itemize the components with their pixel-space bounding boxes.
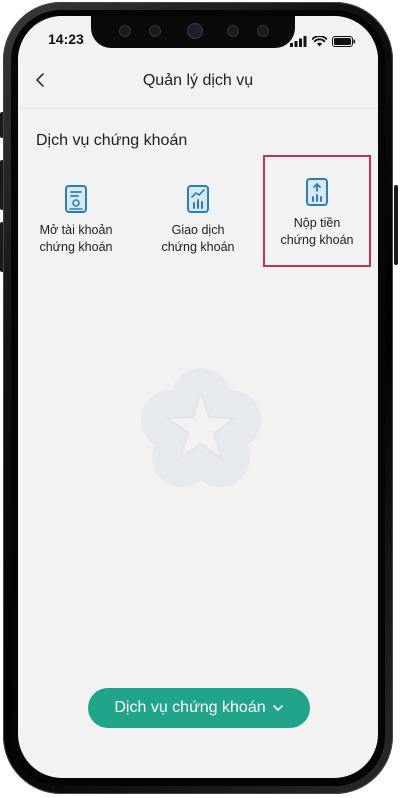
service-label-line: Nộp tiền xyxy=(293,216,341,230)
service-label: Mở tài khoản chứng khoán xyxy=(21,222,131,256)
section-title: Dịch vụ chứng khoán xyxy=(36,132,188,149)
status-time: 14:23 xyxy=(48,31,84,47)
service-trading[interactable]: Giao dịch chứng khoán xyxy=(143,164,253,276)
chevron-down-icon xyxy=(272,699,284,717)
battery-icon xyxy=(332,32,356,51)
status-icons xyxy=(290,32,356,51)
deposit-icon xyxy=(304,177,330,207)
watermark-logo xyxy=(133,362,269,498)
service-label-line: chứng khoán xyxy=(280,233,354,247)
notch-sensor xyxy=(257,25,269,37)
service-open-account[interactable]: Mở tài khoản chứng khoán xyxy=(21,164,131,276)
wifi-icon xyxy=(311,32,328,51)
nav-header: Quản lý dịch vụ xyxy=(18,60,378,109)
service-deposit[interactable]: Nộp tiền chứng khoán xyxy=(263,155,371,267)
trading-chart-icon xyxy=(185,184,211,214)
power-button xyxy=(394,185,398,265)
notch-sensor xyxy=(149,25,161,37)
page-title: Quản lý dịch vụ xyxy=(142,72,254,89)
service-label-line: Mở tài khoản xyxy=(39,223,113,237)
service-label-line: chứng khoán xyxy=(161,240,235,254)
camera-notch xyxy=(91,16,295,48)
notch-sensor xyxy=(119,25,131,37)
front-camera xyxy=(187,23,203,39)
app-screen: 14:23 Quản lý dịch vụ Dịch vụ chứng khoá… xyxy=(18,16,378,778)
service-selector-button[interactable]: Dịch vụ chứng khoán xyxy=(88,688,310,728)
service-label-line: chứng khoán xyxy=(39,240,113,254)
service-label: Nộp tiền chứng khoán xyxy=(265,215,369,249)
notch-sensor xyxy=(227,25,239,37)
document-icon xyxy=(63,184,89,214)
service-label-line: Giao dịch xyxy=(171,223,225,237)
service-selector-label: Dịch vụ chứng khoán xyxy=(114,699,266,716)
service-label: Giao dịch chứng khoán xyxy=(143,222,253,256)
